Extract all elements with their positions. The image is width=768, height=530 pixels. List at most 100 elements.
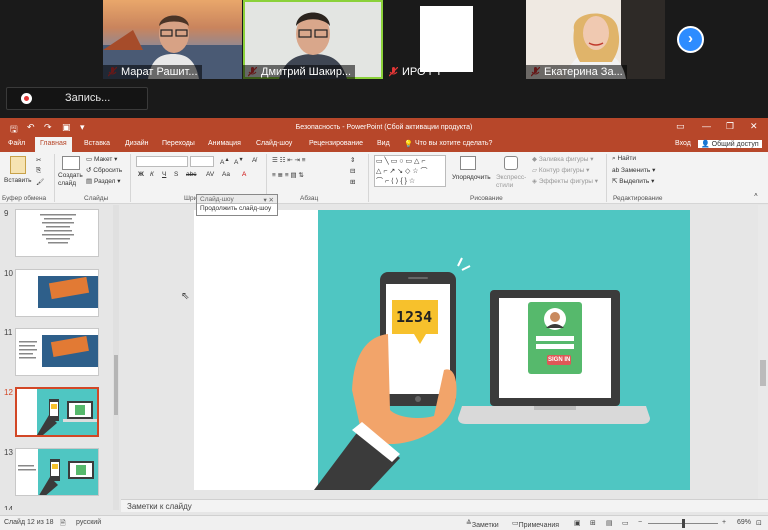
shape-effects-button[interactable]: ◈ Эффекты фигуры ▾ xyxy=(532,177,598,185)
cut-icon[interactable]: ✂ xyxy=(36,156,41,164)
popup-close-icon[interactable]: ▾ ✕ xyxy=(263,196,274,204)
smartart-icon[interactable]: ⊞ xyxy=(350,178,355,186)
sign-in-link[interactable]: Вход xyxy=(675,140,691,147)
new-slide-icon[interactable] xyxy=(62,156,80,170)
zoom-slider-thumb[interactable] xyxy=(682,519,685,528)
participant-tile[interactable]: Екатерина За... xyxy=(526,0,665,79)
arrange-icon[interactable] xyxy=(460,156,476,170)
slide-number: 11 xyxy=(4,328,13,337)
slide-thumbnails-pane[interactable]: 9 10 11 12 13 14 xyxy=(0,205,121,510)
font-size-input[interactable] xyxy=(190,156,214,167)
shrink-font-icon[interactable]: A▼ xyxy=(234,157,244,166)
reading-view-icon[interactable]: ▤ xyxy=(606,519,613,527)
zoom-level[interactable]: 69% xyxy=(737,519,751,526)
thumbnails-scrollbar[interactable] xyxy=(113,205,119,510)
ribbon-display-icon[interactable]: ▭ xyxy=(676,121,685,132)
underline-icon[interactable]: Ч xyxy=(162,171,166,178)
tab-transitions[interactable]: Переходы xyxy=(162,140,195,147)
recording-button[interactable]: Запись... xyxy=(6,87,148,110)
maximize-icon[interactable]: ❐ xyxy=(726,121,734,132)
tab-insert[interactable]: Вставка xyxy=(84,140,110,147)
layout-button[interactable]: ▭ Макет ▾ xyxy=(86,155,117,163)
shadow-icon[interactable]: S xyxy=(174,171,178,178)
pin-code-text: 1234 xyxy=(396,308,433,326)
chevron-right-icon[interactable]: › xyxy=(677,26,704,53)
participant-tile-active[interactable]: Дмитрий Шакир... xyxy=(243,0,383,79)
italic-icon[interactable]: К xyxy=(150,171,154,178)
language-indicator[interactable]: русский xyxy=(76,519,101,526)
tab-design[interactable]: Дизайн xyxy=(125,140,149,147)
close-icon[interactable]: ✕ xyxy=(750,121,758,132)
spellcheck-icon[interactable]: 🗎 xyxy=(60,519,66,530)
popup-header: Слайд-шоу ▾ ✕ xyxy=(197,195,277,204)
separator xyxy=(606,154,607,202)
share-button[interactable]: 👤 Общий доступ xyxy=(698,140,762,148)
change-case-icon[interactable]: Aa xyxy=(222,171,230,178)
fit-slide-icon[interactable]: ⊡ xyxy=(756,519,762,527)
clear-format-icon[interactable]: A̸ xyxy=(252,157,256,164)
slide-thumbnail-selected[interactable] xyxy=(15,387,99,437)
editor-scrollbar[interactable] xyxy=(758,205,768,499)
slide-thumbnail[interactable] xyxy=(15,328,99,376)
tab-slideshow[interactable]: Слайд-шоу xyxy=(256,140,292,147)
shape-fill-label: Заливка фигуры xyxy=(538,156,589,163)
shapes-gallery[interactable]: ▭ ╲ ▭ ○ ▭ △ ⌐ △ ⌐ ↗ ↘ ◇ ☆ ⌒ ⌒ ⌐ ⟨ ⟩ { } ☆ xyxy=(374,155,446,187)
align-text-icon[interactable]: ⊟ xyxy=(350,167,355,175)
minimize-icon[interactable]: — xyxy=(702,121,711,131)
tell-me-input[interactable]: Что вы хотите сделать? xyxy=(415,140,492,147)
slideshow-popup[interactable]: Слайд-шоу ▾ ✕ Продолжить слайд-шоу xyxy=(196,194,278,216)
slide-thumbnail[interactable] xyxy=(15,269,99,317)
shape-outline-button[interactable]: ▱ Контур фигуры ▾ xyxy=(532,166,589,174)
slide-illustration xyxy=(314,210,690,490)
resume-slideshow-item[interactable]: Продолжить слайд-шоу xyxy=(197,204,277,213)
paste-icon[interactable] xyxy=(10,156,26,174)
scroll-thumb[interactable] xyxy=(760,360,766,386)
replace-button[interactable]: ab Заменить ▾ xyxy=(612,166,655,174)
new-slide-label[interactable]: Создать слайд xyxy=(58,172,84,188)
quick-styles-label[interactable]: Экспресс-стили xyxy=(496,174,526,190)
thumbnail-preview xyxy=(37,389,97,435)
notes-toggle[interactable]: ≙ Заметки xyxy=(466,519,499,529)
normal-view-icon[interactable]: ▣ xyxy=(574,519,581,527)
strikethrough-icon[interactable]: abc xyxy=(186,171,196,178)
scroll-thumb[interactable] xyxy=(114,355,118,415)
zoom-out-icon[interactable]: − xyxy=(638,519,642,526)
format-painter-icon[interactable]: 🖌 xyxy=(36,178,44,186)
align-icons[interactable]: ≡ ≣ ≡ ▤ ⇅ xyxy=(272,171,304,179)
find-button[interactable]: ⌕ Найти xyxy=(612,155,636,163)
bold-icon[interactable]: Ж xyxy=(138,171,144,178)
font-color-icon[interactable]: A xyxy=(242,171,246,178)
tab-file[interactable]: Файл xyxy=(8,140,25,147)
current-slide[interactable]: 1234 SIGN IN xyxy=(194,210,690,490)
find-label: Найти xyxy=(617,155,637,162)
grow-font-icon[interactable]: A▲ xyxy=(220,157,230,166)
zoom-in-icon[interactable]: + xyxy=(722,519,726,526)
notes-pane[interactable]: Заметки к слайду xyxy=(121,499,768,512)
participant-tile[interactable]: Марат Рашит... xyxy=(103,0,242,79)
lightbulb-icon: 💡 xyxy=(404,141,413,148)
font-name-input[interactable] xyxy=(136,156,188,167)
section-button[interactable]: ▤ Раздел ▾ xyxy=(86,177,121,185)
bullets-icon[interactable]: ☰ ☷ ⇤ ⇥ ≡ xyxy=(272,156,306,164)
tab-view[interactable]: Вид xyxy=(377,140,390,147)
paste-label[interactable]: Вставить xyxy=(4,177,32,184)
tab-animations[interactable]: Анимация xyxy=(208,140,241,147)
slide-thumbnail[interactable] xyxy=(15,448,99,496)
text-direction-icon[interactable]: ⇕ xyxy=(350,156,355,164)
arrange-label[interactable]: Упорядочить xyxy=(452,174,491,181)
ribbon-tabs: Файл Главная Вставка Дизайн Переходы Ани… xyxy=(0,137,768,152)
tab-home[interactable]: Главная xyxy=(35,137,72,152)
shape-fill-button[interactable]: ◆ Заливка фигуры ▾ xyxy=(532,155,594,163)
comments-toggle[interactable]: ▭ Примечания xyxy=(512,519,559,529)
reset-button[interactable]: ↺ Сбросить xyxy=(86,166,122,174)
tab-review[interactable]: Рецензирование xyxy=(309,140,363,147)
select-button[interactable]: ⇱ Выделить ▾ xyxy=(612,177,654,185)
copy-icon[interactable]: ⎘ xyxy=(36,167,41,175)
spacing-icon[interactable]: AV xyxy=(206,171,214,178)
collapse-ribbon-icon[interactable]: ˄ xyxy=(754,192,758,199)
slideshow-view-icon[interactable]: ▭ xyxy=(622,519,629,527)
quick-styles-icon[interactable] xyxy=(504,156,518,170)
slide-sorter-icon[interactable]: ⊞ xyxy=(590,519,596,527)
slide-thumbnail[interactable] xyxy=(15,209,99,257)
participant-tile[interactable]: ИРО РТ xyxy=(384,0,524,79)
